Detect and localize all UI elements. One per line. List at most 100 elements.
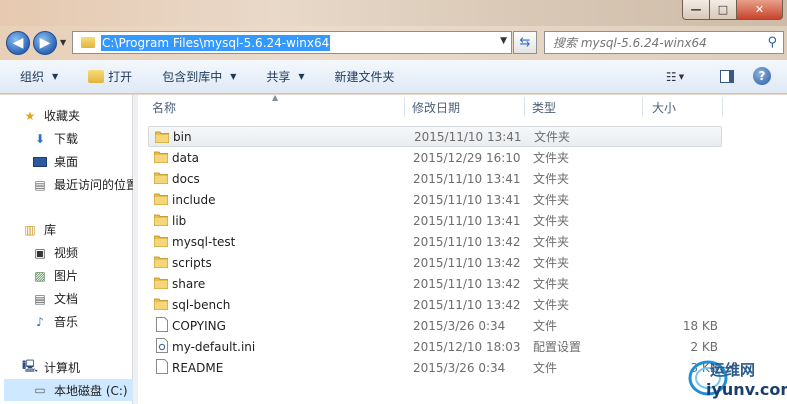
nav-computer-label: 计算机: [44, 361, 81, 375]
forward-button[interactable]: ▶: [33, 31, 57, 55]
open-button[interactable]: 打开: [88, 68, 132, 85]
column-divider[interactable]: [524, 97, 525, 117]
file-name: lib: [172, 213, 187, 228]
table-row[interactable]: include 2015/11/10 13:41 文件夹: [148, 189, 722, 210]
table-row[interactable]: my-default.ini 2015/12/10 18:03 配置设置 2 KB: [148, 336, 722, 357]
drive-icon: ▭: [34, 383, 46, 397]
file-type: 文件夹: [534, 130, 571, 144]
nav-downloads-label: 下载: [54, 132, 79, 146]
nav-recent[interactable]: ▤ 最近访问的位置: [32, 176, 138, 193]
navigation-pane: ★ 收藏夹 ⬇ 下载 桌面 ▤ 最近访问的位置 ▥ 库 ▣ 视频 ▨ 图片 ▤ …: [0, 95, 138, 404]
watermark-url: iyunv.com: [706, 380, 787, 399]
chevron-down-icon: ▼: [298, 72, 305, 81]
column-header-type[interactable]: 类型: [532, 95, 556, 119]
file-name: share: [172, 276, 206, 291]
title-bar: — □ ✕: [0, 0, 787, 26]
file-modified-date: 2015/11/10 13:42: [413, 297, 521, 312]
table-row[interactable]: COPYING 2015/3/26 0:34 文件 18 KB: [148, 315, 722, 336]
open-label: 打开: [108, 70, 133, 84]
picture-icon: ▨: [34, 268, 46, 283]
recent-pages-dropdown[interactable]: ▼: [60, 38, 66, 47]
file-modified-date: 2015/11/10 13:42: [413, 234, 521, 249]
new-folder-button[interactable]: 新建文件夹: [335, 68, 395, 85]
file-name: my-default.ini: [172, 339, 256, 354]
folder-icon: [153, 172, 169, 185]
file-type: 文件夹: [533, 256, 570, 270]
file-type: 文件夹: [533, 172, 570, 186]
recent-places-icon: ▤: [34, 177, 46, 192]
new-folder-label: 新建文件夹: [334, 70, 395, 84]
file-modified-date: 2015/11/10 13:41: [414, 129, 522, 144]
nav-videos-label: 视频: [54, 246, 79, 260]
table-row[interactable]: bin 2015/11/10 13:41 文件夹: [148, 126, 722, 147]
column-header-name[interactable]: 名称: [152, 95, 176, 119]
help-button[interactable]: ?: [753, 67, 771, 85]
column-header-size[interactable]: 大小: [652, 95, 676, 119]
address-bar[interactable]: C:\Program Files\mysql-5.6.24-winx64 ▼: [72, 31, 512, 54]
nav-computer[interactable]: 🖳 计算机: [22, 359, 80, 376]
desktop-icon: [32, 155, 48, 169]
table-row[interactable]: docs 2015/11/10 13:41 文件夹: [148, 168, 722, 189]
address-path[interactable]: C:\Program Files\mysql-5.6.24-winx64: [101, 34, 331, 51]
column-divider[interactable]: [722, 97, 723, 117]
file-type: 文件夹: [533, 151, 570, 165]
back-button[interactable]: ◀: [6, 31, 30, 55]
folder-icon: [153, 151, 169, 164]
include-in-library-button[interactable]: 包含到库中 ▼: [162, 68, 236, 85]
column-divider[interactable]: [642, 97, 643, 117]
organize-button[interactable]: 组织 ▼: [20, 68, 58, 85]
nav-desktop[interactable]: 桌面: [32, 153, 78, 170]
include-in-library-label: 包含到库中: [162, 70, 223, 84]
nav-libraries[interactable]: ▥ 库: [22, 221, 56, 238]
nav-videos[interactable]: ▣ 视频: [32, 244, 78, 261]
file-type: 文件: [533, 319, 558, 333]
window-controls: — □ ✕: [682, 0, 783, 20]
nav-local-disk[interactable]: ▭ 本地磁盘 (C:): [4, 379, 133, 401]
share-button[interactable]: 共享 ▼: [266, 68, 304, 85]
open-folder-icon: [88, 70, 105, 83]
organize-label: 组织: [20, 70, 45, 84]
file-name: bin: [173, 129, 192, 144]
search-box[interactable]: ⚲: [544, 31, 784, 54]
table-row[interactable]: sql-bench 2015/11/10 13:42 文件夹: [148, 294, 722, 315]
maximize-button[interactable]: □: [710, 0, 737, 20]
computer-icon: 🖳: [22, 359, 39, 373]
document-icon: ▤: [34, 291, 46, 306]
chevron-down-icon[interactable]: ▼: [500, 36, 507, 46]
nav-downloads[interactable]: ⬇ 下载: [32, 130, 78, 147]
folder-icon: [153, 277, 169, 290]
file-size: 18 KB: [682, 318, 718, 333]
nav-favorites[interactable]: ★ 收藏夹: [22, 107, 80, 124]
folder-icon: [153, 193, 169, 206]
nav-music[interactable]: ♪ 音乐: [32, 313, 78, 330]
column-divider[interactable]: [404, 97, 405, 117]
search-input[interactable]: [553, 35, 763, 50]
preview-pane-button[interactable]: [718, 67, 736, 85]
table-row[interactable]: scripts 2015/11/10 13:42 文件夹: [148, 252, 722, 273]
settings-file-icon: [156, 338, 168, 353]
nav-music-label: 音乐: [54, 315, 79, 329]
file-name: data: [172, 150, 200, 165]
minimize-button[interactable]: —: [682, 0, 710, 20]
table-row[interactable]: lib 2015/11/10 13:41 文件夹: [148, 210, 722, 231]
file-type: 文件夹: [533, 235, 570, 249]
table-row[interactable]: share 2015/11/10 13:42 文件夹: [148, 273, 722, 294]
download-folder-icon: ⬇: [34, 131, 46, 146]
nav-pictures-label: 图片: [54, 269, 79, 283]
file-modified-date: 2015/11/10 13:42: [413, 276, 521, 291]
refresh-button[interactable]: ⇆: [513, 31, 537, 54]
nav-libraries-label: 库: [44, 223, 57, 237]
column-header-date[interactable]: 修改日期: [412, 95, 460, 119]
folder-icon: [153, 298, 169, 311]
table-row[interactable]: data 2015/12/29 16:10 文件夹: [148, 147, 722, 168]
table-row[interactable]: README 2015/3/26 0:34 文件 3 KB: [148, 357, 722, 378]
nav-documents[interactable]: ▤ 文档: [32, 290, 78, 307]
search-icon[interactable]: ⚲: [767, 35, 777, 50]
close-button[interactable]: ✕: [737, 0, 783, 20]
folder-icon: [153, 235, 169, 248]
table-row[interactable]: mysql-test 2015/11/10 13:42 文件夹: [148, 231, 722, 252]
file-modified-date: 2015/12/29 16:10: [413, 150, 521, 165]
change-view-button[interactable]: ☷ ▼: [664, 67, 686, 87]
nav-pictures[interactable]: ▨ 图片: [32, 267, 78, 284]
chevron-down-icon: ▼: [52, 72, 59, 81]
